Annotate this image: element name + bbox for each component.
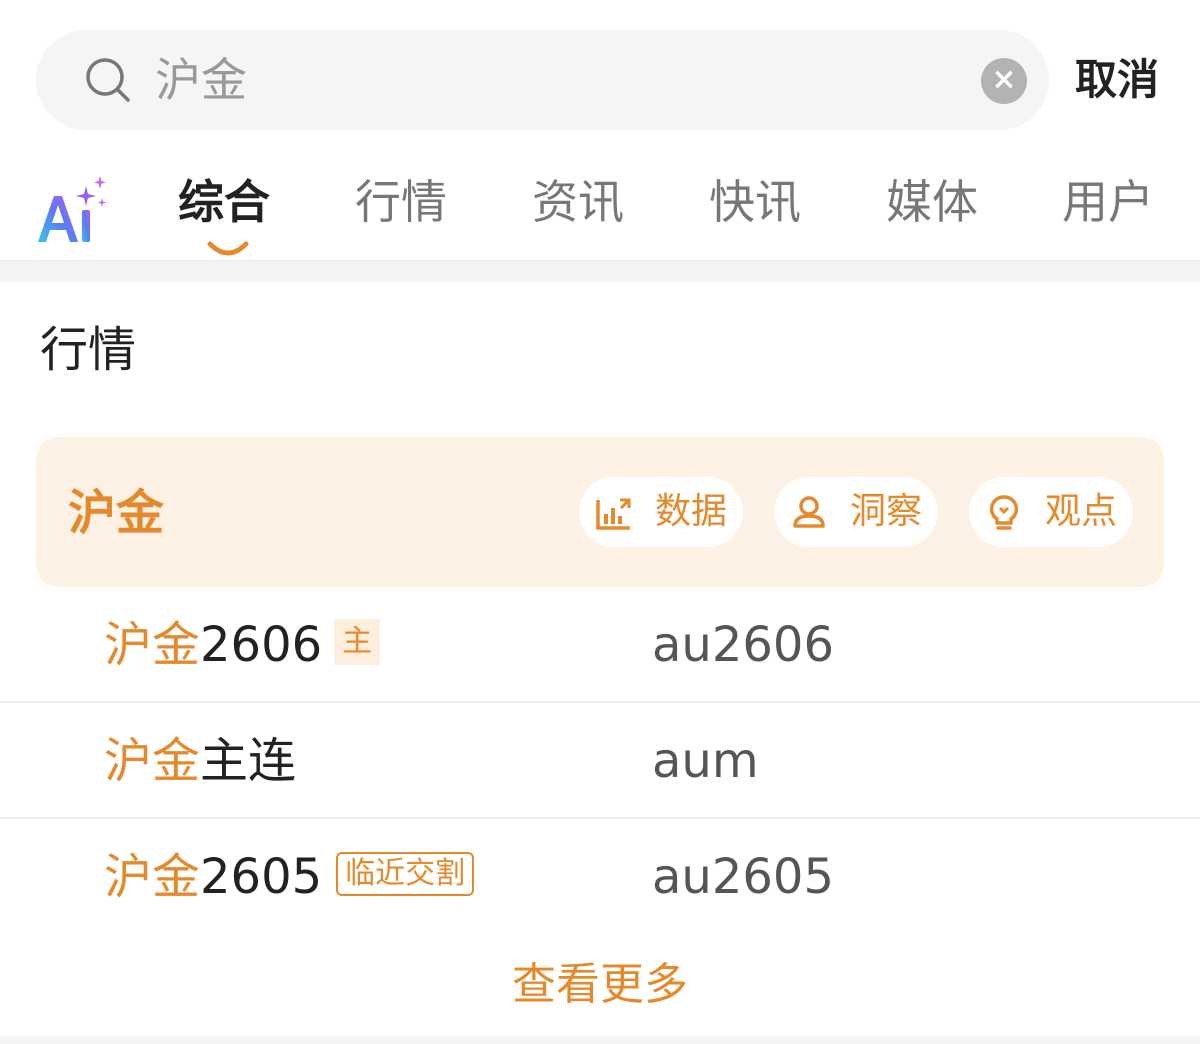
name-highlight: 沪金: [104, 733, 201, 789]
tab-news[interactable]: 资讯: [532, 172, 624, 232]
data-button[interactable]: 数据: [579, 477, 743, 547]
instrument-title: 沪金: [68, 485, 165, 541]
name-highlight: 沪金: [104, 849, 201, 905]
tab-media[interactable]: 媒体: [886, 172, 978, 232]
contract-row[interactable]: 沪金2606 主 au2606: [0, 587, 1200, 702]
main-contract-badge: 主: [334, 619, 381, 665]
clear-search-button[interactable]: ×: [981, 58, 1027, 104]
person-icon: [793, 496, 825, 528]
contract-name: 沪金2606 主: [104, 615, 381, 675]
tab-flash[interactable]: 快讯: [709, 172, 801, 232]
contract-name: 沪金2605 临近交割: [104, 847, 475, 907]
tab-market[interactable]: 行情: [355, 172, 447, 232]
lightbulb-icon: [989, 495, 1019, 530]
tab-overview[interactable]: 综合: [178, 172, 270, 232]
bottom-divider: [0, 1036, 1200, 1044]
cancel-button[interactable]: 取消: [1075, 52, 1159, 108]
contract-code: au2605: [652, 849, 834, 905]
data-button-label: 数据: [655, 491, 728, 532]
opinion-button-label: 观点: [1045, 491, 1118, 532]
ai-sparkle-icon[interactable]: [34, 174, 110, 244]
section-divider: [0, 260, 1200, 282]
opinion-button[interactable]: 观点: [969, 477, 1133, 547]
search-input[interactable]: [155, 48, 955, 112]
active-tab-indicator: [207, 241, 249, 256]
name-suffix: 主连: [200, 733, 297, 789]
name-highlight: 沪金: [104, 617, 201, 673]
chart-icon: [596, 498, 631, 530]
insight-button-label: 洞察: [850, 491, 923, 532]
search-bar-row: × 取消: [0, 0, 1200, 150]
tab-users[interactable]: 用户: [1062, 172, 1154, 232]
name-suffix: 2605: [200, 849, 323, 905]
contract-name: 沪金主连: [104, 731, 296, 791]
near-delivery-badge: 临近交割: [336, 852, 475, 896]
contract-row[interactable]: 沪金2605 临近交割 au2605: [0, 819, 1200, 934]
contract-code: aum: [652, 733, 759, 789]
close-icon: ×: [991, 62, 1017, 97]
section-title: 行情: [40, 322, 137, 378]
view-more-link[interactable]: 查看更多: [0, 955, 1200, 1015]
instrument-card[interactable]: 沪金 数据 洞察 观点: [36, 437, 1164, 587]
insight-button[interactable]: 洞察: [774, 477, 938, 547]
contract-row[interactable]: 沪金主连 aum: [0, 703, 1200, 818]
search-icon: [86, 58, 130, 102]
contract-code: au2606: [652, 617, 834, 673]
category-tabs: 综合 行情 资讯 快讯 媒体 用户: [0, 160, 1200, 260]
name-suffix: 2606: [200, 617, 323, 673]
